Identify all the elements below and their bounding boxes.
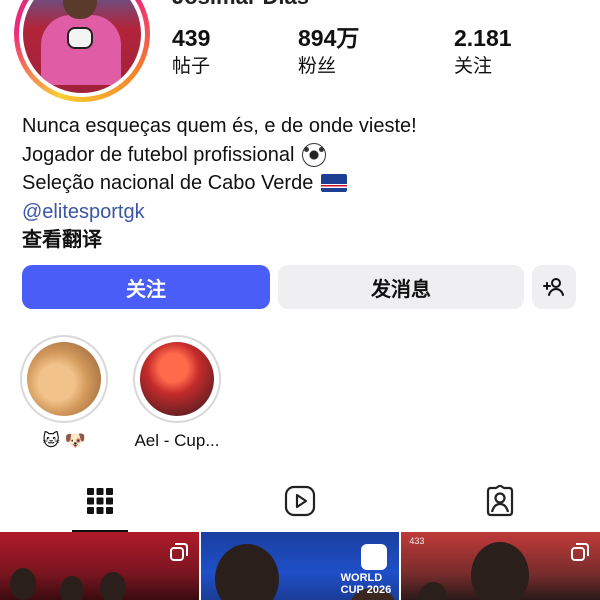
- highlight-1-label: 🐱 🐶: [42, 431, 86, 450]
- post-2-text: WORLD CUP 2026: [340, 572, 392, 596]
- bio-link[interactable]: @elitesportgk: [22, 198, 417, 227]
- post-thumbnail[interactable]: [0, 532, 199, 600]
- profile-tabs: [0, 470, 600, 532]
- highlight-2[interactable]: Ael - Cup...: [132, 335, 222, 451]
- highlight-2-label: Ael - Cup...: [134, 431, 220, 450]
- bio-line-1: Nunca esqueças quem és, e de onde vieste…: [22, 115, 417, 137]
- tagged-icon: [486, 485, 514, 517]
- follow-button[interactable]: 关注: [22, 265, 270, 309]
- suggest-people-button[interactable]: [532, 265, 576, 309]
- soccer-ball-icon: [302, 142, 327, 167]
- stat-following[interactable]: 2.181 关注: [454, 24, 512, 82]
- highlight-1-cover: [27, 342, 101, 416]
- tab-tagged[interactable]: [400, 470, 600, 532]
- followers-label: 粉丝: [298, 56, 337, 77]
- reel-play-icon: [360, 544, 387, 570]
- post-thumbnail[interactable]: 433: [401, 532, 600, 600]
- profile-avatar[interactable]: [14, 0, 150, 102]
- multiple-posts-icon: [571, 543, 590, 561]
- bio-line-3: Seleção nacional de Cabo Verde: [22, 169, 417, 198]
- highlight-1[interactable]: 🐱 🐶: [19, 335, 109, 451]
- message-button[interactable]: 发消息: [278, 265, 524, 309]
- bio-line-2-text: Jogador de futebol profissional: [22, 143, 295, 166]
- posts-label: 帖子: [172, 56, 211, 77]
- tab-posts[interactable]: [0, 470, 200, 532]
- avatar-image: [23, 0, 141, 93]
- grid-icon: [87, 488, 113, 514]
- reels-icon: [284, 485, 316, 517]
- post-3-text: 433: [409, 536, 425, 546]
- tab-reels[interactable]: [200, 470, 400, 532]
- bio-line-2: Jogador de futebol profissional: [22, 141, 417, 170]
- profile-username: Josimar Dias: [172, 0, 309, 10]
- posts-count: 439: [172, 25, 211, 51]
- highlight-2-cover: [140, 342, 214, 416]
- bio-line-3-text: Seleção nacional de Cabo Verde: [22, 172, 314, 194]
- following-count: 2.181: [454, 25, 512, 51]
- add-person-icon: [543, 278, 564, 296]
- multiple-posts-icon: [169, 543, 188, 561]
- stat-posts[interactable]: 439 帖子: [172, 24, 210, 82]
- followers-count: 894万: [298, 25, 360, 51]
- cape-verde-flag-icon: [321, 174, 348, 193]
- see-translation-link[interactable]: 查看翻译: [22, 226, 417, 255]
- following-label: 关注: [454, 56, 493, 77]
- stat-followers[interactable]: 894万 粉丝: [298, 24, 359, 82]
- posts-grid: WORLD CUP 2026 433: [0, 532, 600, 600]
- profile-bio: Nunca esqueças quem és, e de onde vieste…: [22, 112, 417, 255]
- post-thumbnail[interactable]: WORLD CUP 2026: [200, 532, 400, 600]
